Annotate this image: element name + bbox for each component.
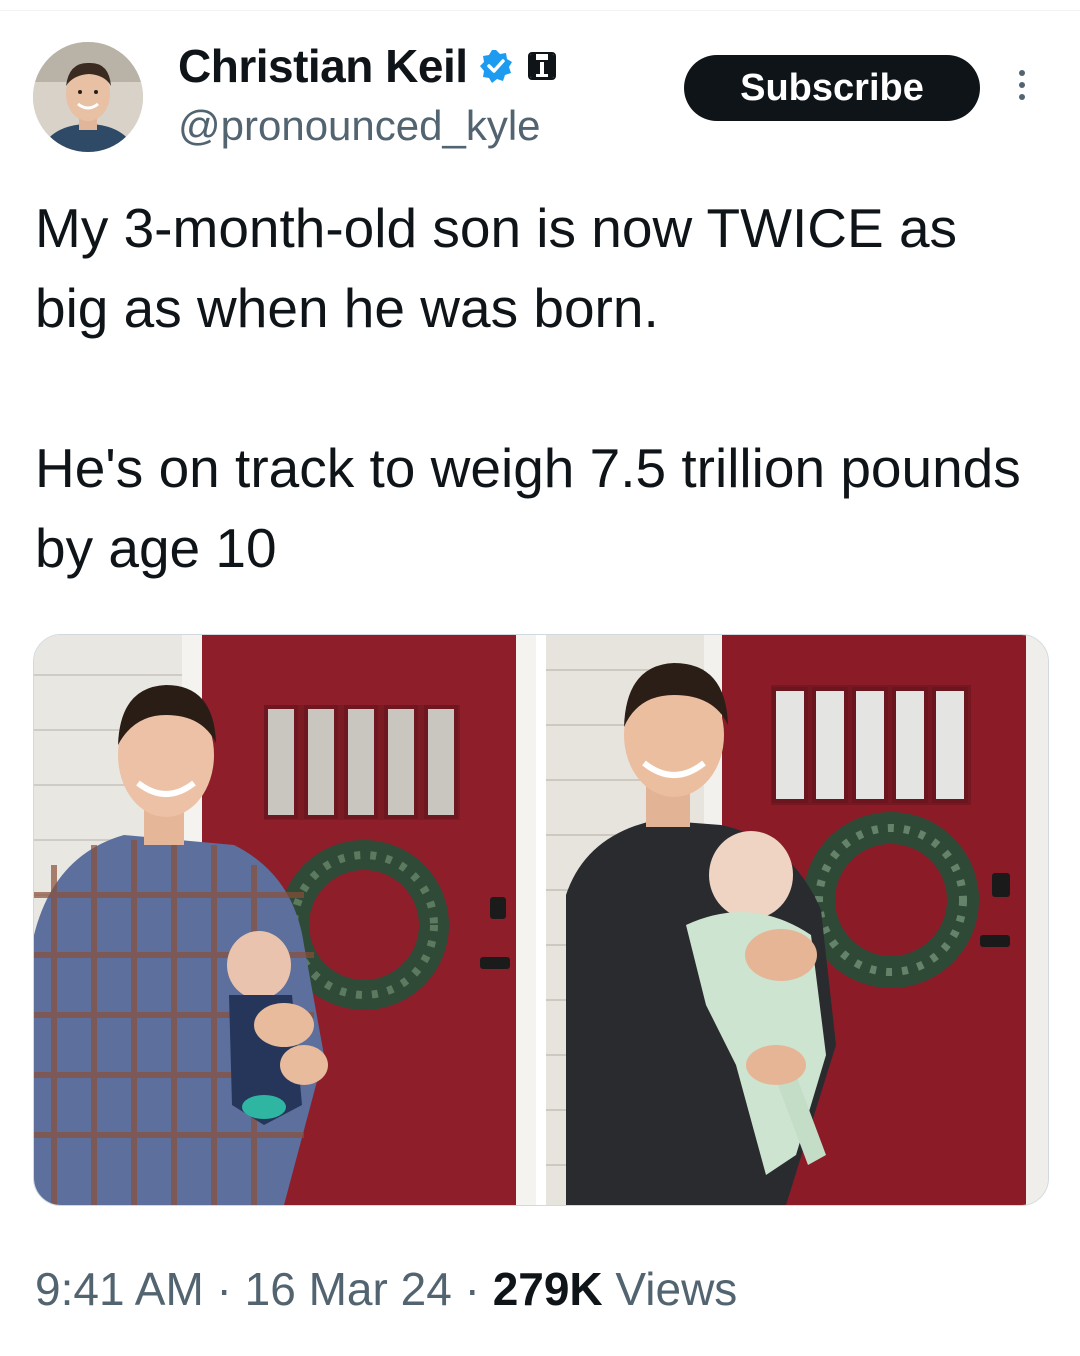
tweet-paragraph-1: My 3-month-old son is now TWICE as big a… [35, 197, 958, 339]
author-name-row: Christian Keil [178, 38, 560, 94]
author-handle[interactable]: @pronounced_kyle [178, 102, 541, 150]
tweet-media-grid [33, 634, 1049, 1206]
tweet-text: My 3-month-old son is now TWICE as big a… [35, 188, 1045, 588]
more-vertical-icon[interactable] [1012, 66, 1032, 110]
views-label: Views [602, 1263, 738, 1315]
meta-separator-2: · [451, 1263, 493, 1315]
tweet-paragraph-2: He's on track to weigh 7.5 trillion poun… [35, 437, 1021, 579]
views-count[interactable]: 279K [493, 1263, 603, 1315]
top-divider [0, 10, 1080, 11]
tweet-photo-three-month[interactable] [546, 635, 1048, 1205]
tweet-photo-newborn[interactable] [34, 635, 536, 1205]
subscribe-button[interactable]: Subscribe [684, 55, 980, 121]
meta-separator: · [203, 1263, 245, 1315]
verified-badge-icon [478, 48, 514, 84]
tweet-time[interactable]: 9:41 AM [35, 1263, 204, 1315]
author-avatar[interactable] [33, 42, 143, 152]
tweet-meta: 9:41 AM · 16 Mar 24 · 279K Views [35, 1262, 737, 1316]
avatar-image [33, 42, 143, 152]
affiliate-badge-icon[interactable] [524, 48, 560, 84]
author-display-name[interactable]: Christian Keil [178, 39, 468, 93]
tweet-date[interactable]: 16 Mar 24 [245, 1263, 452, 1315]
